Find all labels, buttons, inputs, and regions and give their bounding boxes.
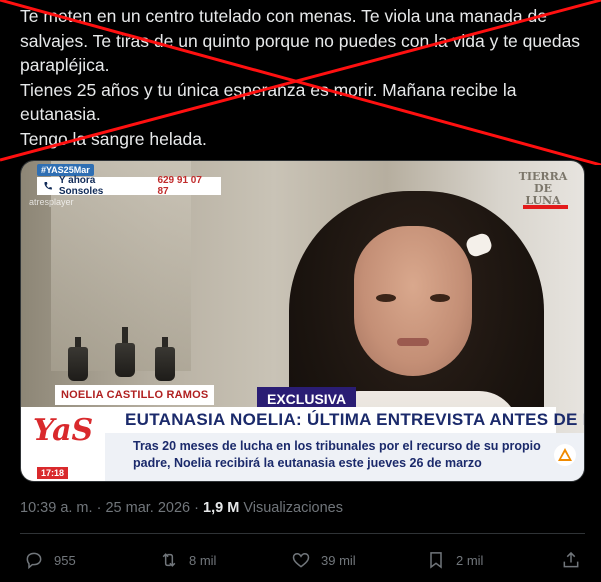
phone-number: 629 91 07 87 (157, 175, 202, 197)
tweet-text: Te meten en un centro tutelado con menas… (20, 4, 590, 151)
views-count: 1,9 M (203, 500, 240, 516)
tweet-line: Te meten en un centro tutelado con menas… (20, 6, 547, 26)
show-brand-logo: YaS 17:18 (21, 407, 105, 481)
show-logo-underline (523, 205, 568, 209)
tweet-line: parapléjica. (20, 55, 110, 75)
tweet-date[interactable]: 25 mar. 2026 (105, 500, 190, 516)
tweet-line: eutanasia. (20, 104, 101, 124)
repost-count: 8 mil (189, 552, 217, 568)
name-tag: NOELIA CASTILLO RAMOS (55, 385, 215, 405)
repost-button[interactable]: 8 mil (159, 550, 216, 570)
subheadline-bar: Tras 20 meses de lucha en los tribunales… (105, 433, 584, 481)
views-label: Visualizaciones (243, 500, 343, 516)
meta-separator: · (96, 500, 102, 516)
heart-icon (292, 552, 310, 568)
action-bar: 955 8 mil 39 mil 2 mil (20, 550, 585, 572)
bookmark-count: 2 mil (456, 552, 484, 568)
bookmark-button[interactable]: 2 mil (426, 550, 483, 570)
phone-bar: Y ahora Sonsoles 629 91 07 87 (37, 175, 221, 197)
tweet-media-image[interactable]: #YAS25Mar Y ahora Sonsoles 629 91 07 87 … (20, 160, 585, 482)
tweet-meta: 10:39 a. m. · 25 mar. 2026 · 1,9 M Visua… (20, 500, 343, 516)
lower-third: YaS 17:18 EUTANASIA NOELIA: ÚLTIMA ENTRE… (21, 407, 584, 481)
show-brand-text: YaS (33, 413, 94, 448)
share-button[interactable] (561, 550, 581, 570)
like-count: 39 mil (321, 552, 356, 568)
subheadline-line: Tras 20 meses de lucha en los tribunales… (133, 439, 541, 453)
like-button[interactable]: 39 mil (291, 550, 356, 570)
network-watermark: atresplayer (29, 197, 74, 207)
tweet-time[interactable]: 10:39 a. m. (20, 500, 93, 516)
repost-icon (162, 553, 176, 567)
phone-label: Y ahora Sonsoles (58, 175, 104, 197)
share-icon (563, 551, 579, 568)
reply-count: 955 (54, 552, 76, 568)
tweet-line: Tengo la sangre helada. (20, 128, 207, 149)
channel-logo-icon (554, 444, 576, 466)
divider (20, 533, 585, 534)
tweet-line: salvajes. Te tiras de un quinto porque n… (20, 30, 581, 51)
bookmark-icon (430, 552, 442, 569)
subheadline-line: padre, Noelia recibirá la eutanasia este… (133, 456, 482, 470)
headline-bar: EUTANASIA NOELIA: ÚLTIMA ENTREVISTA ANTE… (105, 407, 584, 433)
phone-icon (44, 182, 52, 190)
broadcast-time: 17:18 (37, 467, 69, 479)
tweet-line: Tienes 25 años y tu única esperanza es m… (20, 79, 517, 100)
meta-separator: · (194, 500, 199, 516)
reply-button[interactable]: 955 (24, 550, 76, 570)
show-logo: TIERRA DE LUNA (518, 170, 568, 207)
headline: EUTANASIA NOELIA: ÚLTIMA ENTREVISTA ANTE… (125, 410, 584, 429)
reply-icon (26, 552, 42, 570)
